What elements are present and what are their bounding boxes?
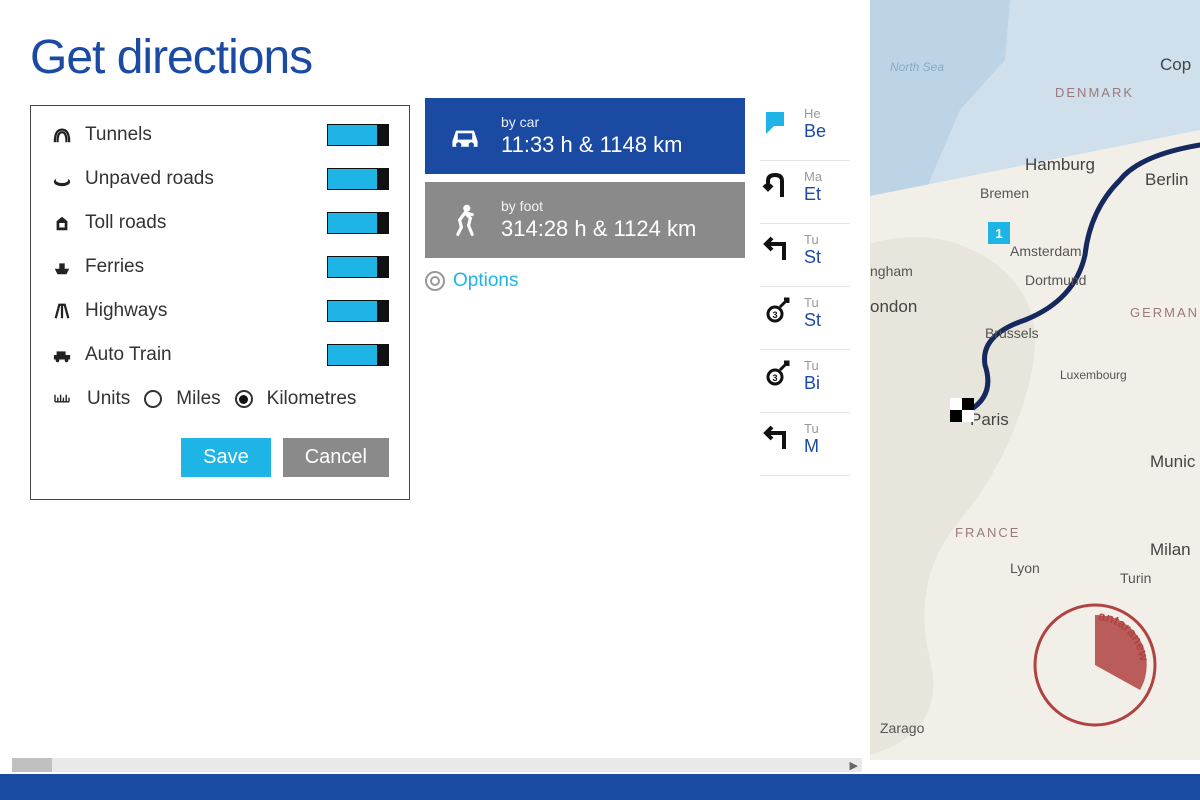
option-label: Highways (85, 300, 167, 322)
turn-left-icon (760, 421, 794, 455)
option-toll: Toll roads (51, 212, 389, 234)
map-city-label: Dortmund (1025, 272, 1086, 288)
autotrain-icon (51, 345, 73, 365)
option-label: Tunnels (85, 124, 152, 146)
map-city-label: Milan (1150, 540, 1191, 560)
options-link[interactable]: Options (425, 270, 745, 292)
map-city-label: Paris (970, 410, 1009, 430)
map-destination-pin[interactable] (950, 398, 974, 422)
option-unpaved: Unpaved roads (51, 168, 389, 190)
map-city-label: Luxembourg (1060, 368, 1127, 382)
toggle-unpaved[interactable] (327, 168, 389, 190)
ferry-icon (51, 257, 73, 277)
option-label: Ferries (85, 256, 144, 278)
option-label: Auto Train (85, 344, 172, 366)
start-icon (760, 106, 794, 140)
svg-text:3: 3 (772, 310, 777, 320)
svg-text:3: 3 (772, 373, 777, 383)
units-row: Units Miles Kilometres (51, 388, 389, 410)
radio-km[interactable] (235, 390, 253, 408)
map-city-label: ngham (870, 263, 913, 279)
direction-step[interactable]: HeBe (760, 98, 850, 161)
route-detail: 11:33 h & 1148 km (501, 132, 682, 158)
save-button[interactable]: Save (181, 438, 271, 477)
option-autotrain: Auto Train (51, 344, 389, 366)
units-label: Units (87, 388, 130, 410)
options-link-label: Options (453, 270, 518, 292)
option-label: Unpaved roads (85, 168, 214, 190)
turn-left-icon (760, 232, 794, 266)
unit-miles-label: Miles (176, 388, 220, 410)
toggle-tunnels[interactable] (327, 124, 389, 146)
roundabout-icon: 3 (760, 358, 794, 392)
route-detail: 314:28 h & 1124 km (501, 216, 696, 242)
scroll-right-arrow[interactable]: ▶ (850, 759, 858, 772)
direction-step[interactable]: 3 TuBi (760, 350, 850, 413)
map-city-label: Amsterdam (1010, 243, 1082, 259)
toll-icon (51, 213, 73, 233)
map-sea-label: North Sea (890, 60, 944, 74)
toggle-toll[interactable] (327, 212, 389, 234)
tunnel-icon (51, 125, 73, 145)
option-label: Toll roads (85, 212, 166, 234)
toggle-autotrain[interactable] (327, 344, 389, 366)
unpaved-icon (51, 169, 73, 189)
roundabout-icon: 3 (760, 295, 794, 329)
route-by-car[interactable]: by car 11:33 h & 1148 km (425, 98, 745, 174)
option-ferries: Ferries (51, 256, 389, 278)
map-city-label: Hamburg (1025, 155, 1095, 175)
option-highways: Highways (51, 300, 389, 322)
unit-km-label: Kilometres (267, 388, 357, 410)
route-mode-label: by foot (501, 198, 696, 214)
map-city-label: Turin (1120, 570, 1151, 586)
walk-icon (445, 200, 485, 240)
map-country-label: GERMAN (1130, 305, 1199, 320)
map-country-label: FRANCE (955, 525, 1020, 540)
directions-list: HeBe MaEt TuSt 3 TuSt 3 TuBi TuM (760, 30, 850, 760)
route-by-foot[interactable]: by foot 314:28 h & 1124 km (425, 182, 745, 258)
toggle-ferries[interactable] (327, 256, 389, 278)
route-mode-label: by car (501, 114, 682, 130)
radio-miles[interactable] (144, 390, 162, 408)
units-icon (51, 389, 73, 409)
car-icon (445, 116, 485, 156)
direction-step[interactable]: 3 TuSt (760, 287, 850, 350)
toggle-highways[interactable] (327, 300, 389, 322)
map-start-pin[interactable]: 1 (988, 222, 1010, 244)
page-title: Get directions (30, 30, 410, 85)
direction-step[interactable]: TuSt (760, 224, 850, 287)
watermark-logo: antaranews.com (1030, 600, 1160, 730)
highway-icon (51, 301, 73, 321)
gear-icon (425, 271, 445, 291)
map-city-label: Brussels (985, 325, 1039, 341)
cancel-button[interactable]: Cancel (283, 438, 389, 477)
route-options-panel: Tunnels Unpaved roads (30, 105, 410, 500)
map-city-label: Bremen (980, 185, 1029, 201)
direction-step[interactable]: MaEt (760, 161, 850, 224)
map-city-label: Munic (1150, 452, 1195, 472)
map-city-label: Lyon (1010, 560, 1040, 576)
option-tunnels: Tunnels (51, 124, 389, 146)
map-country-label: DENMARK (1055, 85, 1134, 100)
scrollbar-thumb[interactable] (12, 758, 52, 772)
map-city-label: Berlin (1145, 170, 1188, 190)
map-city-label: Cop (1160, 55, 1191, 75)
uturn-icon (760, 169, 794, 203)
map-city-label: ondon (870, 297, 917, 317)
footer-bar (0, 774, 1200, 800)
horizontal-scrollbar[interactable]: ▶ (12, 758, 862, 772)
map-city-label: Zarago (880, 720, 924, 736)
direction-step[interactable]: TuM (760, 413, 850, 476)
